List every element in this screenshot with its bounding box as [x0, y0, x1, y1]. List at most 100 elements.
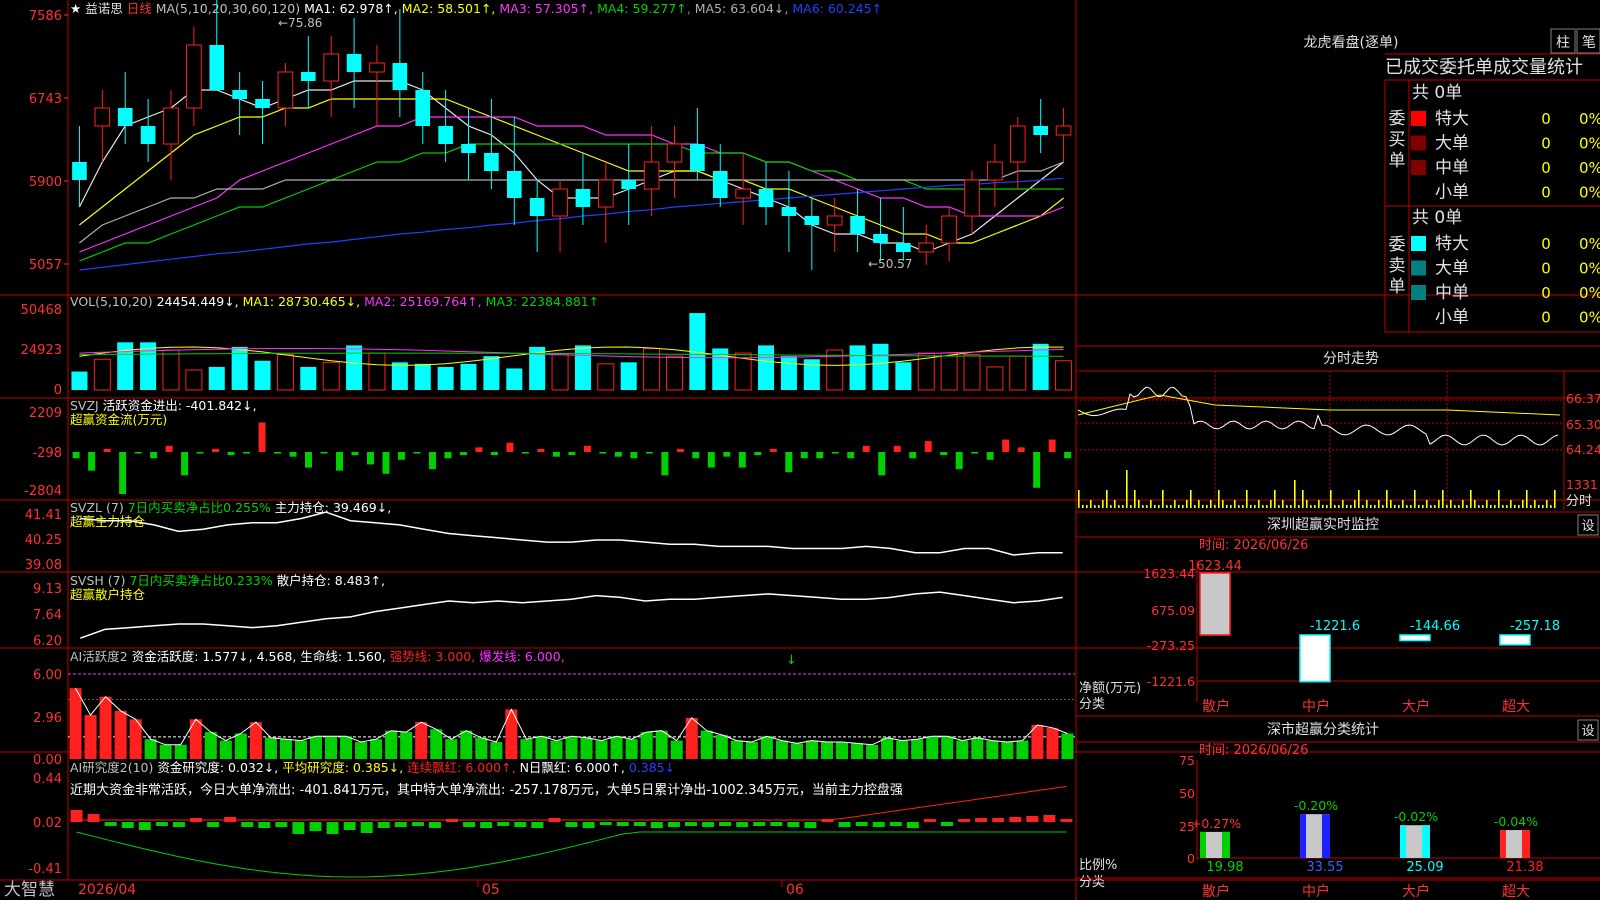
volume-bar-down: [574, 345, 591, 390]
szm-title: 深圳超赢实时监控: [1267, 516, 1379, 533]
header-item: SVSH (7): [70, 573, 126, 588]
activity-bar: [805, 740, 818, 759]
stock-chart-window: 7586 6743 5900 5057 ★ 益诺思 日线 MA(5,10,20,30,6…: [0, 0, 1600, 900]
activity-bar: [986, 740, 999, 759]
szc-change-label: -0.20%: [1294, 798, 1338, 813]
header-item: VOL(5,10,20): [70, 294, 153, 309]
fenshi-vol-bar: [1494, 505, 1496, 508]
flow-bar-in: [103, 448, 111, 452]
szc-value-label: 19.98: [1206, 860, 1243, 875]
month-label: 06: [786, 882, 804, 898]
fenshi-vol-bar: [1338, 505, 1340, 508]
ma-line-2: [79, 98, 1064, 244]
candle-up: [941, 215, 957, 244]
header-item: 7日内买卖净占比0.255%: [128, 500, 271, 515]
szm-unit: 净额(万元): [1079, 681, 1141, 696]
fenshi-vol-bar: [1182, 505, 1184, 508]
y-tick: 41.41: [25, 508, 62, 523]
candle-up: [186, 44, 202, 109]
buy-row-label: 大单: [1435, 134, 1469, 154]
fenshi-vol-bar: [1094, 505, 1096, 508]
flow-bar-in: [212, 448, 220, 452]
flow-bar-out: [196, 452, 204, 454]
panel-subtitle: 超赢散户持仓: [70, 587, 146, 602]
flow-bar-out: [413, 452, 421, 454]
activity-bar: [1061, 733, 1074, 759]
sell-row-label: 大单: [1435, 259, 1469, 279]
candle-down: [804, 216, 820, 225]
fenshi-vol-bar: [1114, 500, 1116, 508]
activity-bar: [430, 729, 443, 759]
tab-bi-label: 笔: [1582, 35, 1596, 51]
y-tick: -298: [32, 446, 62, 461]
volume-bar-up: [1055, 360, 1073, 391]
szc-time: 时间: 2026/06/26: [1199, 743, 1308, 758]
flow-bar-out: [243, 452, 251, 454]
szm-category: 超大: [1502, 699, 1530, 715]
research-bar-neg: [872, 822, 885, 827]
sell-row-label: 小单: [1435, 308, 1469, 328]
candle-down: [484, 153, 499, 171]
multi-panel-chart[interactable]: 7586 6743 5900 5057 ★ 益诺思 日线 MA(5,10,20,30,6…: [0, 0, 1600, 900]
candle-down: [255, 99, 270, 108]
candle-up: [369, 62, 385, 73]
research-bar-neg: [599, 822, 612, 825]
fenshi-vol-bar: [1334, 505, 1336, 508]
research-bar-neg: [582, 822, 595, 828]
sell-row-label: 特大: [1435, 234, 1469, 254]
candle-down: [781, 207, 797, 216]
fenshi-vol-bar: [1458, 505, 1460, 508]
panel-header: AI研究度2(10) 资金研究度: 0.032↓, 平均研究度: 0.385↓,…: [70, 760, 675, 775]
flow-bar-out: [661, 452, 669, 476]
szm-y-tick: -273.25: [1147, 638, 1195, 653]
fenshi-vol-bar: [1366, 500, 1368, 508]
research-bar-neg: [565, 822, 578, 827]
activity-bar-strong: [114, 710, 127, 759]
flow-bar-out: [227, 452, 235, 456]
volume-bar-up: [162, 349, 180, 391]
candle-up: [735, 188, 751, 199]
volume-bar-down: [872, 343, 889, 390]
fenshi-vol-bar: [1222, 500, 1224, 508]
fenshi-vol-bar: [1422, 505, 1424, 508]
candle-down: [232, 90, 247, 99]
research-bar-neg: [411, 822, 424, 826]
fenshi-vol-bar: [1130, 505, 1132, 508]
fenshi-vol-bar: [1326, 505, 1328, 508]
activity-bar: [535, 736, 548, 759]
fenshi-vol-bar: [1242, 505, 1244, 508]
header-item: 资金研究度: 0.032↓,: [157, 760, 278, 775]
szc-bar-accent: [1200, 831, 1206, 858]
fenshi-vol-bar: [1410, 505, 1412, 508]
activity-bar: [941, 736, 954, 759]
research-bar-neg: [394, 822, 407, 827]
candle-down: [1033, 126, 1048, 135]
buy-color-swatch: [1411, 111, 1426, 126]
candle-down: [758, 189, 774, 207]
flow-bar-out: [444, 452, 452, 459]
fenshi-vol-bar: [1302, 490, 1304, 508]
ma-line-1: [78, 80, 1064, 253]
research-bar-neg: [736, 822, 749, 827]
candle-down: [300, 72, 316, 81]
flow-bar-in: [258, 422, 266, 452]
lhb-title: 龙虎看盘(逐单): [1304, 34, 1399, 51]
activity-bar: [370, 739, 383, 759]
activity-bar: [475, 737, 488, 759]
candle-down: [392, 63, 408, 90]
volume-bar-down: [849, 345, 866, 390]
fenshi-vol-bar: [1378, 500, 1380, 508]
volume-bar-down: [460, 363, 477, 390]
activity-bar-strong: [84, 715, 97, 759]
y-tick: -2804: [24, 484, 62, 499]
volume-bar-down: [346, 345, 363, 390]
candle-up: [552, 188, 568, 217]
y-tick: 0.44: [33, 772, 62, 787]
volume-bar-up: [551, 354, 569, 391]
y-tick: 6.20: [33, 634, 62, 649]
fenshi-vol-bar: [1538, 505, 1540, 508]
buy-color-swatch: [1411, 160, 1426, 175]
szc-category: 中户: [1302, 883, 1330, 900]
research-bar-neg: [770, 822, 783, 826]
flow-bar-out: [289, 452, 297, 457]
